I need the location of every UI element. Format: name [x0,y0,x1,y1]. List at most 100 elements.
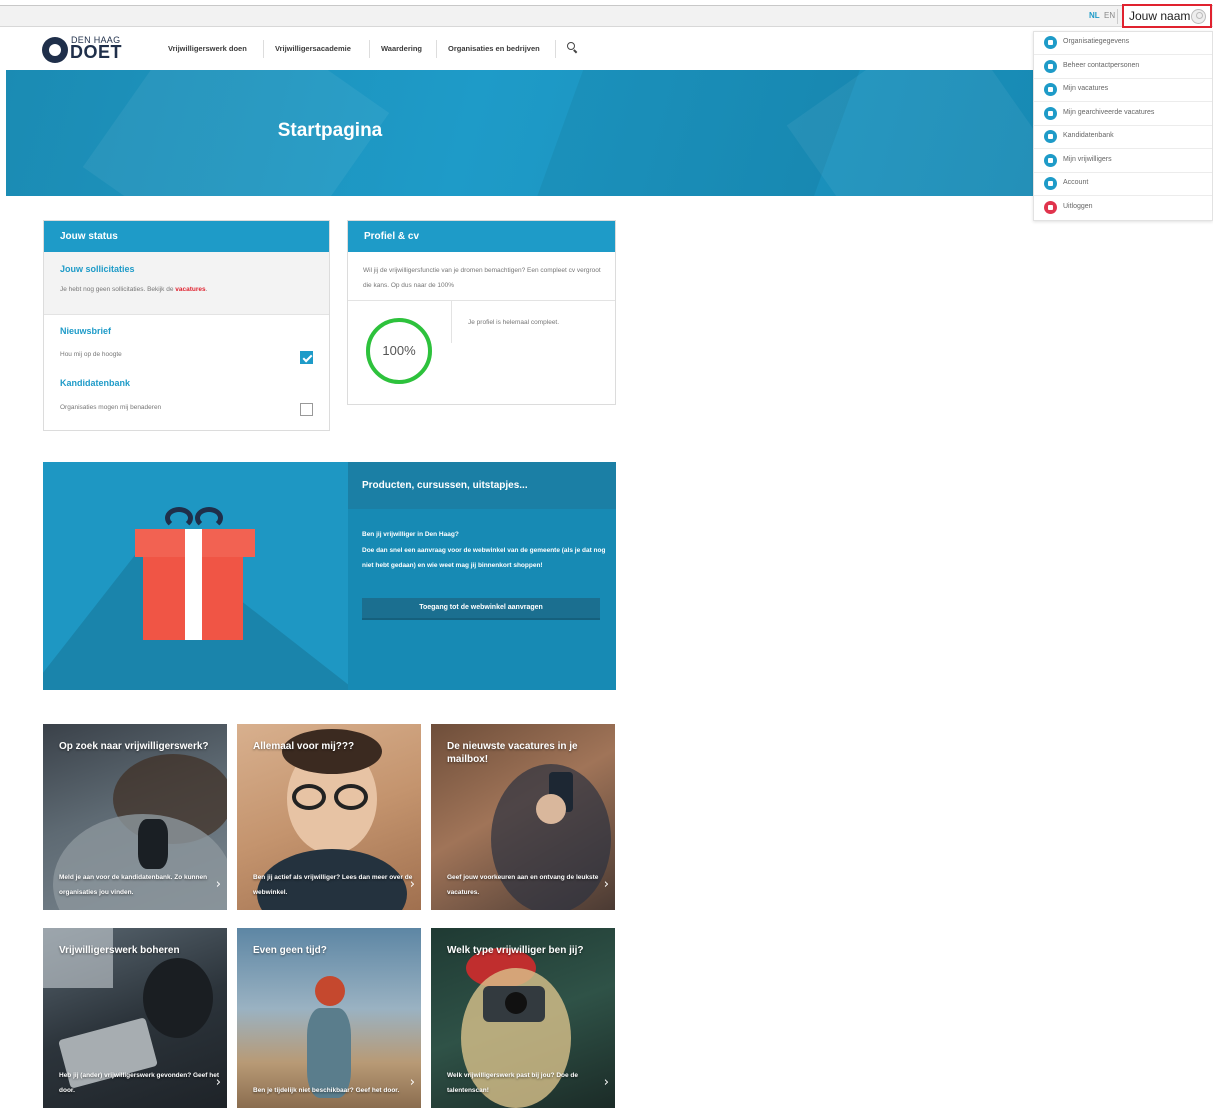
menu-item-label: Mijn vrijwilligers [1063,155,1112,163]
heart-logo-icon [42,37,68,63]
tile-vacatures-mailbox[interactable]: De nieuwste vacatures in je mailbox! Gee… [431,724,615,910]
tile-title: Op zoek naar vrijwilligerswerk? [59,741,209,752]
profile-intro-text: Wil jij de vrijwilligersfunctie van je d… [363,267,601,289]
tile-talentenscan[interactable]: Welk type vrijwilliger ben jij? Welk vri… [431,928,615,1108]
divider [1117,9,1118,24]
tile-caption: Geef jouw voorkeuren aan en ontvang de l… [447,874,599,896]
search-icon[interactable] [567,42,577,52]
menu-item-label: Mijn gearchiveerde vacatures [1063,108,1155,116]
promo-question: Ben jij vrijwilliger in Den Haag? [362,531,459,538]
chevron-right-icon: › [409,877,415,892]
newsletter-checkbox[interactable] [300,351,313,364]
promo-title: Producten, cursussen, uitstapjes... [362,480,528,491]
gear-icon [1044,177,1057,190]
profile-status-text: Je profiel is helemaal compleet. [468,319,560,326]
menu-item-kandidatenbank[interactable]: Kandidatenbank [1034,126,1212,149]
menu-item-vrijwilligers[interactable]: Mijn vrijwilligers [1034,150,1212,173]
chevron-right-icon: › [409,1075,415,1090]
tile-caption: Welk vrijwilligerswerk past bij jou? Doe… [447,1072,578,1094]
chevron-right-icon: › [215,877,221,892]
divider [348,300,615,301]
top-utility-bar: NL EN [0,5,1213,27]
applications-text: Je hebt nog geen sollicitaties. Bekijk d… [60,286,207,293]
logo-big-text: DOET [70,42,123,62]
page: NL EN Jouw naam Organisatiegegevens Behe… [0,0,1213,1108]
menu-item-label: Mijn vacatures [1063,85,1109,92]
menu-item-gearchiveerde-vacatures[interactable]: Mijn gearchiveerde vacatures [1034,103,1212,126]
photo-window [43,928,113,988]
menu-item-label: Uitloggen [1063,202,1093,210]
nav-vrijwilligersacademie[interactable]: Vrijwilligersacademie [275,44,351,53]
logout-icon [1044,200,1057,214]
divider [451,301,452,343]
gift-bow-left [165,507,193,529]
language-nl-link[interactable]: NL [1089,11,1100,20]
tile-title: De nieuwste vacatures in je mailbox! [447,741,578,765]
gift-ribbon [185,529,202,640]
promo-header: Producten, cursussen, uitstapjes... [348,462,616,509]
menu-item-label: Beheer contactpersonen [1063,61,1140,69]
webshop-access-button[interactable]: Toegang tot de webwinkel aanvragen [362,598,600,620]
menu-item-label: Account [1063,179,1089,186]
card-title: Profiel & cv [364,231,420,242]
vacatures-link[interactable]: vacatures [175,286,205,293]
chevron-right-icon: › [215,1075,221,1090]
photo-person [143,958,213,1038]
promo-body: Ben jij vrijwilliger in Den Haag? Doe da… [362,527,606,574]
tile-vrijwilligerswerk-doorgeven[interactable]: Vrijwilligerswerk boheren Heb jij (ander… [43,928,227,1108]
photo-glasses-left [292,784,326,810]
tile-geen-tijd[interactable]: Even geen tijd? Ben je tijdelijk niet be… [237,928,421,1108]
list-icon [1044,83,1057,96]
progress-label: 100% [382,343,416,358]
tile-title: Vrijwilligerswerk boheren [59,945,180,956]
candidates-title: Kandidatenbank [60,378,131,388]
card-header: Jouw status [44,221,329,252]
menu-item-label: Kandidatenbank [1063,132,1114,139]
applications-text-body: Je hebt nog geen sollicitaties. Bekijk d… [60,286,174,293]
database-icon [1044,130,1057,143]
archive-icon [1044,106,1057,120]
menu-item-organisatiegegevens[interactable]: Organisatiegegevens [1034,32,1212,55]
tile-caption: Ben je tijdelijk niet beschikbaar? Geef … [253,1087,400,1094]
card-title: Jouw status [60,231,118,242]
menu-item-account[interactable]: Account [1034,173,1212,196]
tile-caption: Meld je aan voor de kandidatenbank. Zo k… [59,874,208,896]
applications-title: Jouw sollicitaties [60,264,135,274]
applications-section: Jouw sollicitaties Je hebt nog geen soll… [44,252,329,315]
divider [263,40,264,58]
chevron-right-icon: › [603,1075,609,1090]
tile-caption: Ben jij actief als vrijwilliger? Lees da… [253,874,413,896]
profile-card: Profiel & cv Wil jij de vrijwilligersfun… [347,220,616,405]
photo-hand [536,794,566,824]
status-card: Jouw status Jouw sollicitaties Je hebt n… [43,220,330,431]
menu-item-uitloggen[interactable]: Uitloggen [1034,197,1212,220]
photo-tie [138,819,168,869]
applications-text-end: . [205,286,208,293]
bookmark-icon [1044,153,1057,167]
nav-organisaties-en-bedrijven[interactable]: Organisaties en bedrijven [448,44,540,53]
nav-waardering[interactable]: Waardering [381,44,422,53]
gift-bow-right [195,507,223,529]
tile-caption: Heb jij (ander) vrijwilligerswerk gevond… [59,1072,220,1094]
tile-webwinkel[interactable]: Allemaal voor mij??? Ben jij actief als … [237,724,421,910]
building-icon [1044,36,1057,49]
card-header: Profiel & cv [348,221,615,252]
newsletter-title: Nieuwsbrief [60,326,112,336]
language-en-link[interactable]: EN [1104,11,1115,20]
tile-title: Allemaal voor mij??? [253,741,355,752]
promo-image [43,462,348,690]
user-menu-button[interactable]: Jouw naam [1122,4,1212,28]
candidates-label: Organisaties mogen mij benaderen [60,404,162,411]
menu-item-vacatures[interactable]: Mijn vacatures [1034,79,1212,102]
chevron-right-icon: › [603,877,609,892]
photo-lens [505,992,527,1014]
menu-item-contactpersonen[interactable]: Beheer contactpersonen [1034,56,1212,79]
tile-title: Even geen tijd? [253,945,327,956]
divider [369,40,370,58]
photo-hair [315,976,345,1006]
divider [436,40,437,58]
candidates-checkbox[interactable] [300,403,313,416]
page-title: Startpagina [277,120,383,141]
tile-kandidatenbank[interactable]: Op zoek naar vrijwilligerswerk? Meld je … [43,724,227,910]
nav-vrijwilligerswerk-doen[interactable]: Vrijwilligerswerk doen [168,44,247,53]
